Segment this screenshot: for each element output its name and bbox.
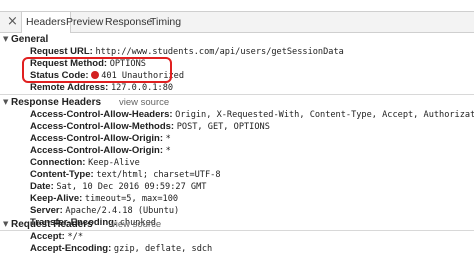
request-header-row: Accept: */* <box>30 231 84 242</box>
response-header-row: Date: Sat, 10 Dec 2016 09:59:27 GMT <box>30 181 207 192</box>
response-header-row: Access-Control-Allow-Headers: Origin, X-… <box>30 109 474 120</box>
collapse-triangle-icon: ▼ <box>3 98 9 106</box>
devtools-tab-bar: × Headers Preview Response Timing <box>0 11 474 33</box>
response-header-row: Access-Control-Allow-Origin: * <box>30 145 171 156</box>
collapse-triangle-icon: ▼ <box>3 35 9 43</box>
close-icon[interactable]: × <box>7 15 18 29</box>
request-header-row: Accept-Encoding: gzip, deflate, sdch <box>30 243 213 254</box>
general-row: Remote Address: 127.0.0.1:80 <box>30 82 174 93</box>
response-view-source-link[interactable]: view source <box>119 97 169 108</box>
request-headers-section-header[interactable]: ▼ Request Headers <box>3 219 93 230</box>
response-header-row: Keep-Alive: timeout=5, max=100 <box>30 193 179 204</box>
section-divider <box>0 94 474 95</box>
response-header-row: Access-Control-Allow-Origin: * <box>30 133 171 144</box>
response-header-row: Server: Apache/2.4.18 (Ubuntu) <box>30 205 180 216</box>
red-highlight-box <box>22 57 172 83</box>
tab-timing[interactable]: Timing <box>146 12 185 32</box>
response-headers-section-header[interactable]: ▼ Response Headers <box>3 97 101 108</box>
request-view-source-link[interactable]: view source <box>111 219 161 230</box>
collapse-triangle-icon: ▼ <box>3 220 9 228</box>
response-header-row: Content-Type: text/html; charset=UTF-8 <box>30 169 221 180</box>
response-header-row: Connection: Keep-Alive <box>30 157 140 168</box>
response-header-row: Access-Control-Allow-Methods: POST, GET,… <box>30 121 270 132</box>
general-section-header[interactable]: ▼ General <box>3 34 48 45</box>
